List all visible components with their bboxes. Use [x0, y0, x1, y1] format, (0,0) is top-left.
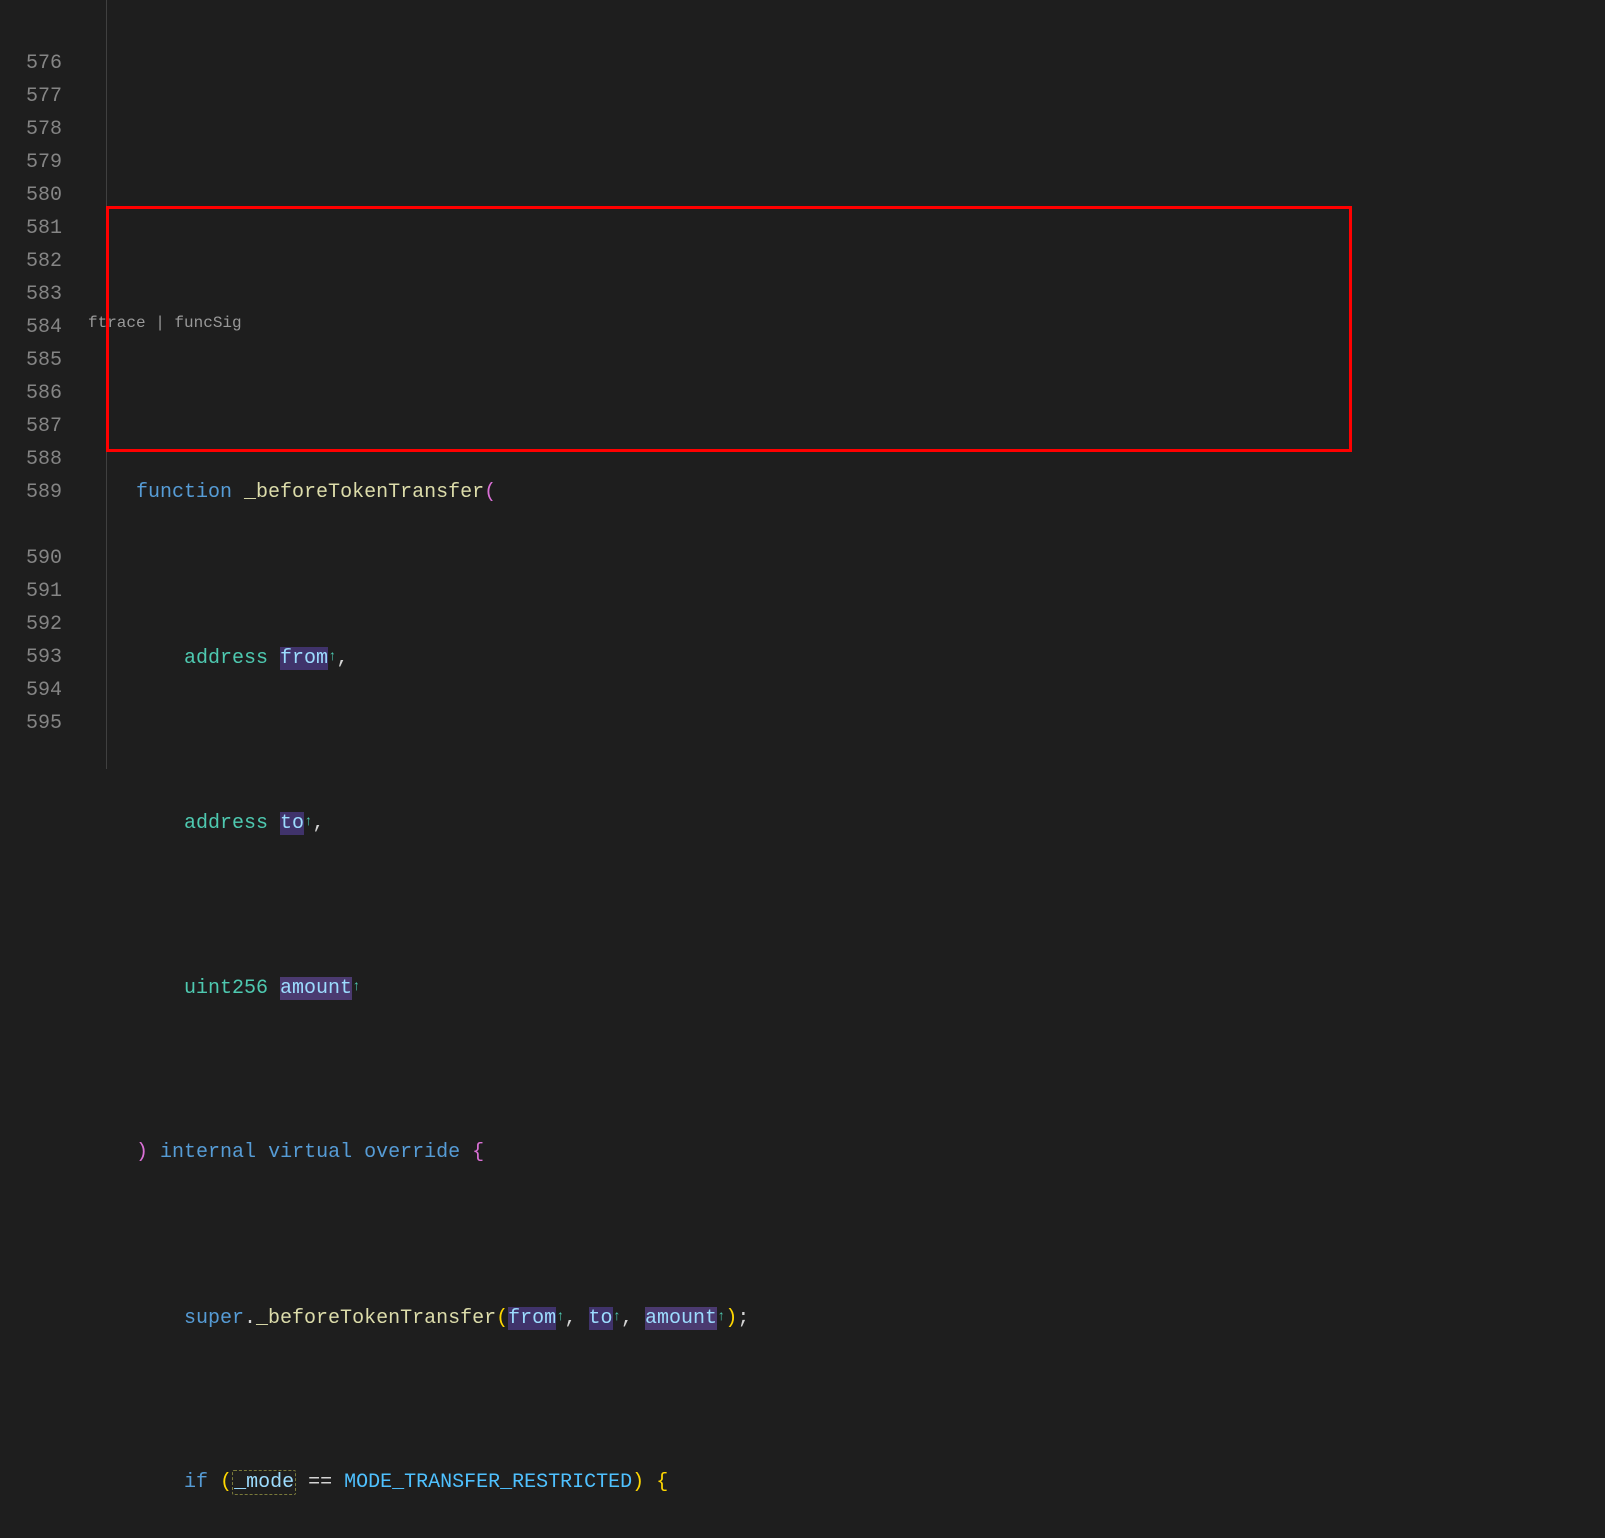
dot: .: [244, 1307, 256, 1330]
type-address: address: [184, 647, 268, 670]
paren-open: (: [484, 481, 496, 504]
comma: ,: [621, 1307, 645, 1330]
code-line[interactable]: ) internal virtual override {: [88, 1136, 1605, 1169]
codelens-row[interactable]: ftrace | funcSig: [88, 311, 1605, 344]
type-address: address: [184, 812, 268, 835]
comma: ,: [312, 812, 324, 835]
line-number: 583: [0, 278, 62, 311]
keyword-function: function: [136, 481, 232, 504]
code-line[interactable]: uint256 amount↑: [88, 971, 1605, 1004]
line-number: 588: [0, 443, 62, 476]
code-line[interactable]: address from↑,: [88, 641, 1605, 674]
arrow-up-icon: ↑: [304, 814, 312, 830]
param-amount: amount: [280, 977, 352, 1000]
line-number: 577: [0, 80, 62, 113]
line-number: 578: [0, 113, 62, 146]
brace-open: {: [472, 1141, 484, 1164]
line-number: 576: [0, 47, 62, 80]
keyword-override: override: [364, 1141, 460, 1164]
param-to: to: [280, 812, 304, 835]
arrow-up-icon: ↑: [717, 1309, 725, 1325]
function-name: _beforeTokenTransfer: [244, 481, 484, 504]
codelens-funcsig[interactable]: funcSig: [174, 307, 241, 340]
arg-amount: amount: [645, 1307, 717, 1330]
line-number: 595: [0, 707, 62, 740]
arrow-up-icon: ↑: [556, 1309, 564, 1325]
paren-close: ): [725, 1307, 737, 1330]
call-beforeTokenTransfer: _beforeTokenTransfer: [256, 1307, 496, 1330]
line-number-gutter: ftrace 576 577 578 579 580 581 582 583 5…: [0, 0, 88, 769]
arrow-up-icon: ↑: [613, 1309, 621, 1325]
code-line[interactable]: if (_mode == MODE_TRANSFER_RESTRICTED) {: [88, 1466, 1605, 1499]
semicolon: ;: [737, 1307, 749, 1330]
line-number: [0, 0, 62, 14]
code-line[interactable]: [88, 165, 1605, 179]
code-line[interactable]: function _beforeTokenTransfer(: [88, 476, 1605, 509]
line-number: 591: [0, 575, 62, 608]
paren-close: ): [136, 1141, 148, 1164]
line-number: 579: [0, 146, 62, 179]
line-number: 593: [0, 641, 62, 674]
line-number: 592: [0, 608, 62, 641]
code-line[interactable]: address to↑,: [88, 806, 1605, 839]
line-number: 590: [0, 542, 62, 575]
line-number: 584: [0, 311, 62, 344]
keyword-if: if: [184, 1471, 208, 1494]
comma: ,: [336, 647, 348, 670]
paren-open: (: [496, 1307, 508, 1330]
arg-to: to: [589, 1307, 613, 1330]
line-number: 594: [0, 674, 62, 707]
code-content[interactable]: ftrace | funcSig function _beforeTokenTr…: [88, 0, 1605, 769]
line-number: 580: [0, 179, 62, 212]
arrow-up-icon: ↑: [352, 979, 360, 995]
paren-open: (: [220, 1471, 232, 1494]
line-number: 586: [0, 377, 62, 410]
keyword-super: super: [184, 1307, 244, 1330]
line-number: 582: [0, 245, 62, 278]
var-mode: _mode: [232, 1470, 296, 1495]
codelens-ftrace[interactable]: ftrace: [88, 307, 146, 340]
arg-from: from: [508, 1307, 556, 1330]
line-number: 587: [0, 410, 62, 443]
line-number: 581: [0, 212, 62, 245]
paren-close: ): [632, 1471, 644, 1494]
brace-open: {: [656, 1471, 668, 1494]
code-editor[interactable]: ftrace 576 577 578 579 580 581 582 583 5…: [0, 0, 1605, 769]
line-number: 585: [0, 344, 62, 377]
type-uint256: uint256: [184, 977, 268, 1000]
const-restricted: MODE_TRANSFER_RESTRICTED: [344, 1471, 632, 1494]
comma: ,: [565, 1307, 589, 1330]
keyword-internal: internal: [160, 1141, 256, 1164]
op-eq: ==: [308, 1471, 332, 1494]
keyword-virtual: virtual: [268, 1141, 352, 1164]
codelens-sep: |: [146, 307, 175, 340]
line-number: 589: [0, 476, 62, 509]
param-from: from: [280, 647, 328, 670]
code-line[interactable]: super._beforeTokenTransfer(from↑, to↑, a…: [88, 1301, 1605, 1334]
